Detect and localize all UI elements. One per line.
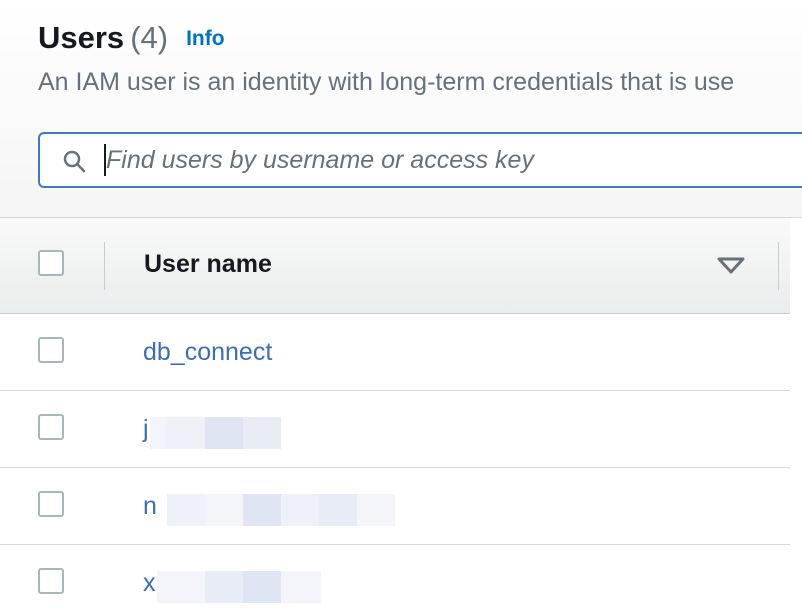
column-divider [104,242,105,290]
search-icon [63,150,86,173]
users-header: Users (4) Info An IAM user is an identity … [0,0,802,218]
user-name-link[interactable]: x [143,569,156,598]
page-description: An IAM user is an identity with long-ter… [38,68,735,96]
search-input[interactable] [102,140,796,180]
sort-descending-icon[interactable] [716,254,746,276]
table-row: j [0,391,790,468]
table-row: x [0,545,790,608]
user-name-link[interactable]: db_connect [143,338,272,367]
users-count: (4) [130,20,169,55]
select-all-checkbox[interactable] [38,250,64,276]
user-name-link[interactable]: j [143,415,149,444]
row-checkbox[interactable] [38,568,64,594]
table-row: n [0,468,790,545]
search-box[interactable] [38,132,802,188]
page-title-row: Users (4) Info [38,22,225,53]
redacted-username [157,571,321,603]
page-edge [790,218,802,608]
column-header-user-name[interactable]: User name [144,250,272,279]
iam-users-page: Users (4) Info An IAM user is an identity … [0,0,802,608]
row-checkbox[interactable] [38,414,64,440]
redacted-username [167,494,395,526]
text-cursor [104,144,106,176]
redacted-username [150,417,281,449]
users-table-header: User name [0,218,802,314]
user-name-link[interactable]: n [143,492,157,521]
page-title: Users [38,20,125,55]
info-link[interactable]: Info [186,27,224,50]
table-row: db_connect [0,314,790,391]
column-divider [778,242,779,290]
row-checkbox[interactable] [38,337,64,363]
row-checkbox[interactable] [38,491,64,517]
